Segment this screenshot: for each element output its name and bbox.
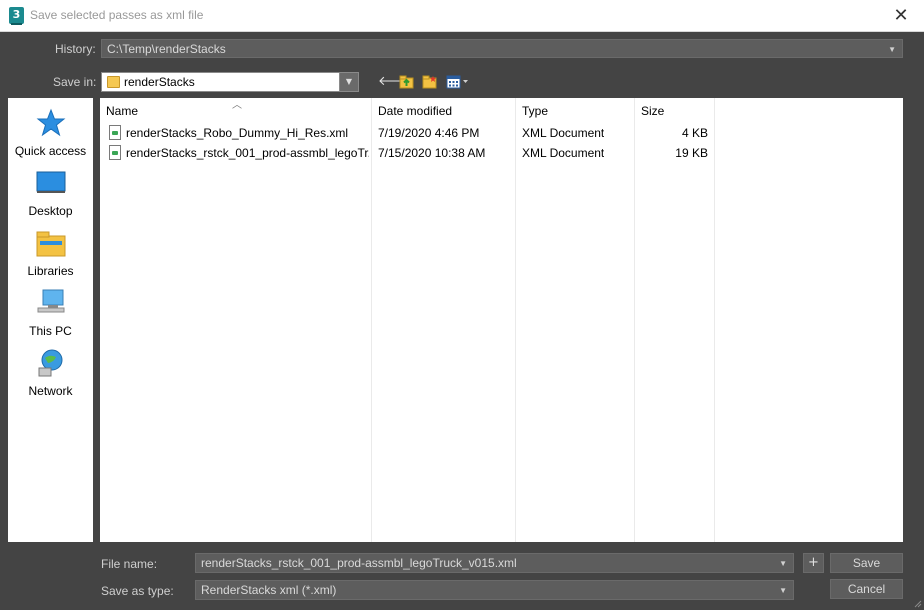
save-as-type-select[interactable]: RenderStacks xml (*.xml) ▼ (195, 580, 794, 600)
new-folder-icon[interactable] (422, 72, 438, 92)
place-label: Desktop (28, 204, 73, 218)
file-size-cell: 4 KB (681, 126, 708, 140)
chevron-down-icon[interactable]: ▼ (888, 40, 896, 59)
chevron-down-icon[interactable]: ▼ (779, 581, 787, 600)
place-label: Libraries (27, 264, 74, 278)
file-name-input[interactable]: renderStacks_rstck_001_prod-assmbl_legoT… (195, 553, 794, 573)
save-as-type-value: RenderStacks xml (*.xml) (201, 583, 337, 597)
close-button[interactable]: ✕ (878, 0, 924, 31)
cancel-button[interactable]: Cancel (830, 579, 903, 599)
file-date-cell: 7/15/2020 10:38 AM (378, 146, 486, 160)
file-name-value: renderStacks_rstck_001_prod-assmbl_legoT… (201, 556, 517, 570)
xml-file-icon (109, 125, 121, 140)
save-in-label: Save in: (53, 75, 97, 89)
history-label: History: (55, 42, 96, 56)
place-label: Network (28, 384, 73, 398)
save-in-value: renderStacks (124, 75, 195, 89)
column-divider (371, 98, 372, 542)
save-button[interactable]: Save (830, 553, 903, 573)
file-size-cell: 19 KB (675, 146, 708, 160)
table-row[interactable]: renderStacks_rstck_001_prod-assmbl_legoT… (100, 143, 715, 163)
increment-filename-button[interactable]: + (803, 553, 824, 573)
this-pc-icon (8, 288, 93, 320)
file-type-cell: XML Document (522, 146, 605, 160)
app-3dsmax-icon: 3 (9, 7, 24, 25)
file-name-label: File name: (101, 557, 158, 571)
place-network[interactable]: Network (8, 348, 93, 398)
place-this-pc[interactable]: This PC (8, 288, 93, 338)
network-icon (8, 348, 93, 380)
place-desktop[interactable]: Desktop (8, 168, 93, 218)
chevron-down-icon[interactable]: ▼ (779, 554, 787, 573)
column-date-modified[interactable]: Date modified (372, 98, 515, 123)
place-label: Quick access (14, 144, 87, 158)
place-quick-access[interactable]: Quick access (8, 108, 93, 158)
place-libraries[interactable]: Libraries (8, 228, 93, 278)
window-title: Save selected passes as xml file (30, 8, 204, 22)
save-in-combo[interactable]: renderStacks (101, 72, 359, 92)
xml-file-icon (109, 145, 121, 160)
up-folder-icon[interactable] (399, 72, 414, 92)
place-label: This PC (29, 324, 72, 338)
history-combo[interactable]: C:\Temp\renderStacks ▼ (101, 39, 903, 58)
save-as-type-label: Save as type: (101, 584, 174, 598)
desktop-icon (8, 168, 93, 200)
column-divider (515, 98, 516, 542)
column-divider (634, 98, 635, 542)
file-type-cell: XML Document (522, 126, 605, 140)
file-name-cell: renderStacks_rstck_001_prod-assmbl_legoT… (126, 146, 369, 160)
file-name-cell: renderStacks_Robo_Dummy_Hi_Res.xml (126, 126, 349, 140)
resize-grip-icon[interactable] (912, 598, 922, 608)
file-date-cell: 7/19/2020 4:46 PM (378, 126, 480, 140)
history-value: C:\Temp\renderStacks (107, 42, 226, 56)
column-size[interactable]: Size (635, 98, 714, 123)
libraries-icon (8, 228, 93, 260)
view-menu-icon[interactable] (446, 72, 470, 92)
title-bar: 3 Save selected passes as xml file ✕ (0, 0, 924, 32)
star-icon (8, 108, 93, 140)
column-type[interactable]: Type (516, 98, 634, 123)
folder-icon (107, 76, 120, 88)
table-row[interactable]: renderStacks_Robo_Dummy_Hi_Res.xml 7/19/… (100, 123, 715, 143)
places-sidebar: Quick access Desktop Libraries This PC N… (8, 98, 93, 542)
column-name[interactable]: Name (100, 98, 371, 123)
file-list[interactable]: ︿ Name Date modified Type Size renderSta… (100, 98, 903, 542)
column-divider (714, 98, 715, 542)
save-in-dropdown-button[interactable]: ▼ (339, 72, 359, 92)
